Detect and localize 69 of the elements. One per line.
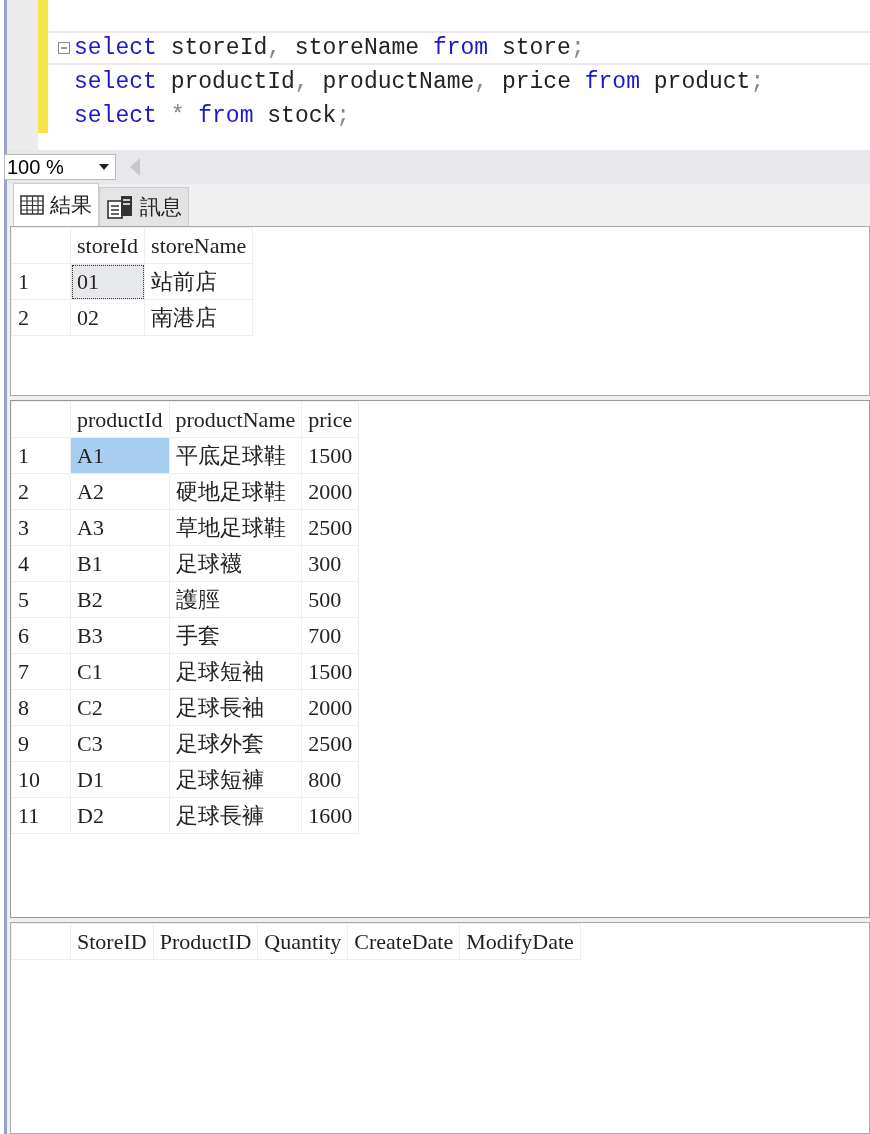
table-cell[interactable]: 手套 xyxy=(169,617,302,654)
zoom-dropdown[interactable]: 100 % xyxy=(4,154,116,180)
table-cell[interactable]: C2 xyxy=(70,689,170,726)
table-cell[interactable]: 平底足球鞋 xyxy=(169,437,302,474)
row-number[interactable]: 1 xyxy=(11,437,71,474)
table-cell[interactable]: B1 xyxy=(70,545,170,582)
row-number[interactable]: 3 xyxy=(11,509,71,546)
table-cell[interactable]: 700 xyxy=(301,617,359,654)
result-tab[interactable]: 結果 xyxy=(13,183,99,226)
column-header[interactable]: CreateDate xyxy=(347,923,460,960)
table-cell[interactable]: C1 xyxy=(70,653,170,690)
result-tab[interactable]: 訊息 xyxy=(99,187,189,226)
collapse-icon[interactable] xyxy=(58,42,70,54)
column-header[interactable]: storeId xyxy=(70,227,145,264)
table-cell[interactable]: 500 xyxy=(301,581,359,618)
table-cell[interactable]: D2 xyxy=(70,797,170,834)
table-cell[interactable]: 1600 xyxy=(301,797,359,834)
table-cell[interactable]: 南港店 xyxy=(144,299,253,336)
table-cell[interactable]: A1 xyxy=(70,437,170,474)
row-number[interactable]: 1 xyxy=(11,263,71,300)
caret-icon[interactable] xyxy=(99,164,109,170)
row-number[interactable]: 9 xyxy=(11,725,71,762)
code-line: select * from stock; xyxy=(74,103,351,129)
table-cell[interactable]: 護脛 xyxy=(169,581,302,618)
row-number[interactable]: 11 xyxy=(11,797,71,834)
column-header[interactable]: Quantity xyxy=(257,923,348,960)
row-number[interactable]: 2 xyxy=(11,299,71,336)
table-cell[interactable]: A2 xyxy=(70,473,170,510)
row-number[interactable]: 10 xyxy=(11,761,71,798)
column-header[interactable]: storeName xyxy=(144,227,253,264)
row-number[interactable]: 2 xyxy=(11,473,71,510)
row-number[interactable]: 6 xyxy=(11,617,71,654)
table-cell[interactable]: D1 xyxy=(70,761,170,798)
table-cell[interactable]: C3 xyxy=(70,725,170,762)
column-header[interactable]: productName xyxy=(169,401,302,438)
column-header[interactable]: ProductID xyxy=(153,923,258,960)
row-number[interactable]: 5 xyxy=(11,581,71,618)
grid-icon xyxy=(20,195,44,215)
column-header[interactable]: StoreID xyxy=(70,923,154,960)
column-header[interactable]: price xyxy=(301,401,359,438)
code-line: select productId, productName, price from product; xyxy=(74,69,765,95)
code-line: select storeId, storeName from store; xyxy=(74,35,585,61)
table-cell[interactable]: 1500 xyxy=(301,653,359,690)
table-cell[interactable]: B3 xyxy=(70,617,170,654)
column-header[interactable]: productId xyxy=(70,401,170,438)
row-number[interactable]: 7 xyxy=(11,653,71,690)
table-cell[interactable]: 02 xyxy=(70,299,145,336)
column-header[interactable]: ModifyDate xyxy=(459,923,581,960)
table-cell[interactable]: 足球短褲 xyxy=(169,761,302,798)
table-cell[interactable]: 2000 xyxy=(301,689,359,726)
table-cell[interactable]: 足球短袖 xyxy=(169,653,302,690)
table-cell[interactable]: 2500 xyxy=(301,725,359,762)
table-cell[interactable]: 足球長褲 xyxy=(169,797,302,834)
document-icon xyxy=(106,194,134,220)
table-cell[interactable]: 足球外套 xyxy=(169,725,302,762)
table-cell[interactable]: 草地足球鞋 xyxy=(169,509,302,546)
table-cell[interactable]: 800 xyxy=(301,761,359,798)
table-cell[interactable]: 硬地足球鞋 xyxy=(169,473,302,510)
table-cell[interactable]: 站前店 xyxy=(144,263,253,300)
table-cell[interactable]: A3 xyxy=(70,509,170,546)
table-cell[interactable]: 1500 xyxy=(301,437,359,474)
table-cell[interactable]: B2 xyxy=(70,581,170,618)
table-cell[interactable]: 2500 xyxy=(301,509,359,546)
table-cell[interactable]: 足球長袖 xyxy=(169,689,302,726)
table-cell[interactable]: 300 xyxy=(301,545,359,582)
row-number[interactable]: 8 xyxy=(11,689,71,726)
table-cell[interactable]: 2000 xyxy=(301,473,359,510)
table-cell[interactable]: 足球襪 xyxy=(169,545,302,582)
row-number[interactable]: 4 xyxy=(11,545,71,582)
